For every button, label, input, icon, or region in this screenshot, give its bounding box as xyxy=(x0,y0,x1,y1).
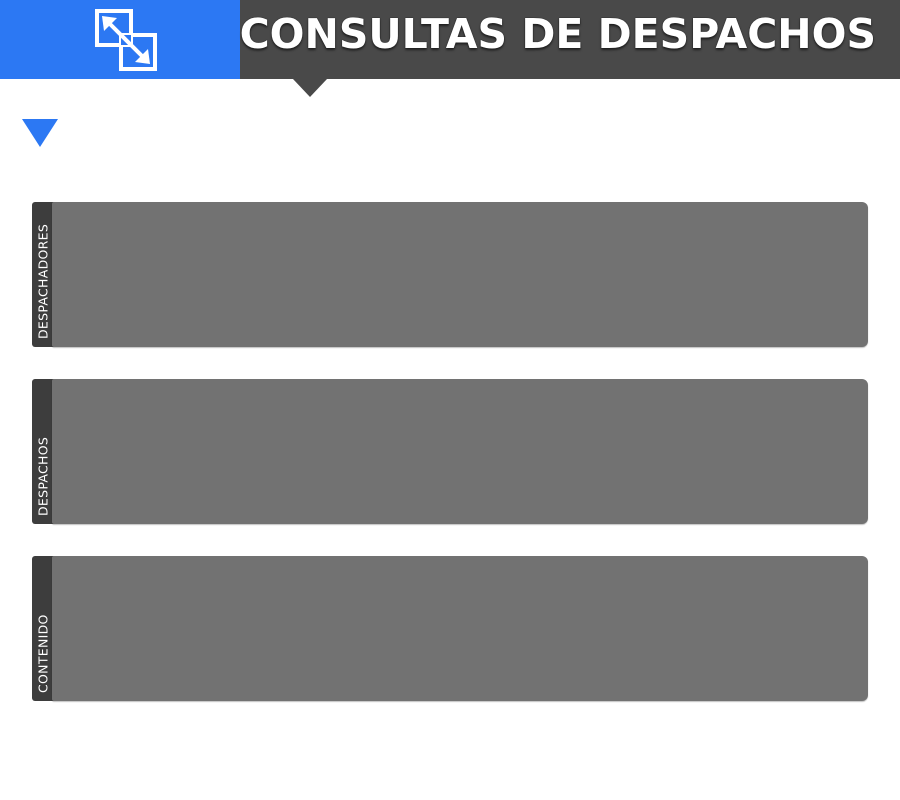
panel-tab[interactable]: DESPACHADORES xyxy=(32,202,54,347)
collapse-toggle-icon[interactable] xyxy=(22,119,58,147)
panel-label: DESPACHOS xyxy=(35,436,51,516)
panel-despachadores: DESPACHADORES xyxy=(32,202,868,347)
panel-tab[interactable]: CONTENIDO xyxy=(32,556,54,701)
panel-label: CONTENIDO xyxy=(35,614,51,693)
page-title: CONSULTAS DE DESPACHOS xyxy=(239,10,876,58)
panel-despachos: DESPACHOS xyxy=(32,379,868,524)
panel-contenido: CONTENIDO xyxy=(32,556,868,701)
title-pointer xyxy=(293,79,327,97)
expand-arrows-icon xyxy=(95,9,157,71)
panel-content xyxy=(52,556,868,701)
panel-content xyxy=(52,202,868,347)
title-bar: CONSULTAS DE DESPACHOS xyxy=(240,0,900,79)
panel-content xyxy=(52,379,868,524)
logo[interactable] xyxy=(0,0,240,79)
header: CONSULTAS DE DESPACHOS xyxy=(0,0,900,97)
panel-tab[interactable]: DESPACHOS xyxy=(32,379,54,524)
panel-label: DESPACHADORES xyxy=(35,223,51,339)
